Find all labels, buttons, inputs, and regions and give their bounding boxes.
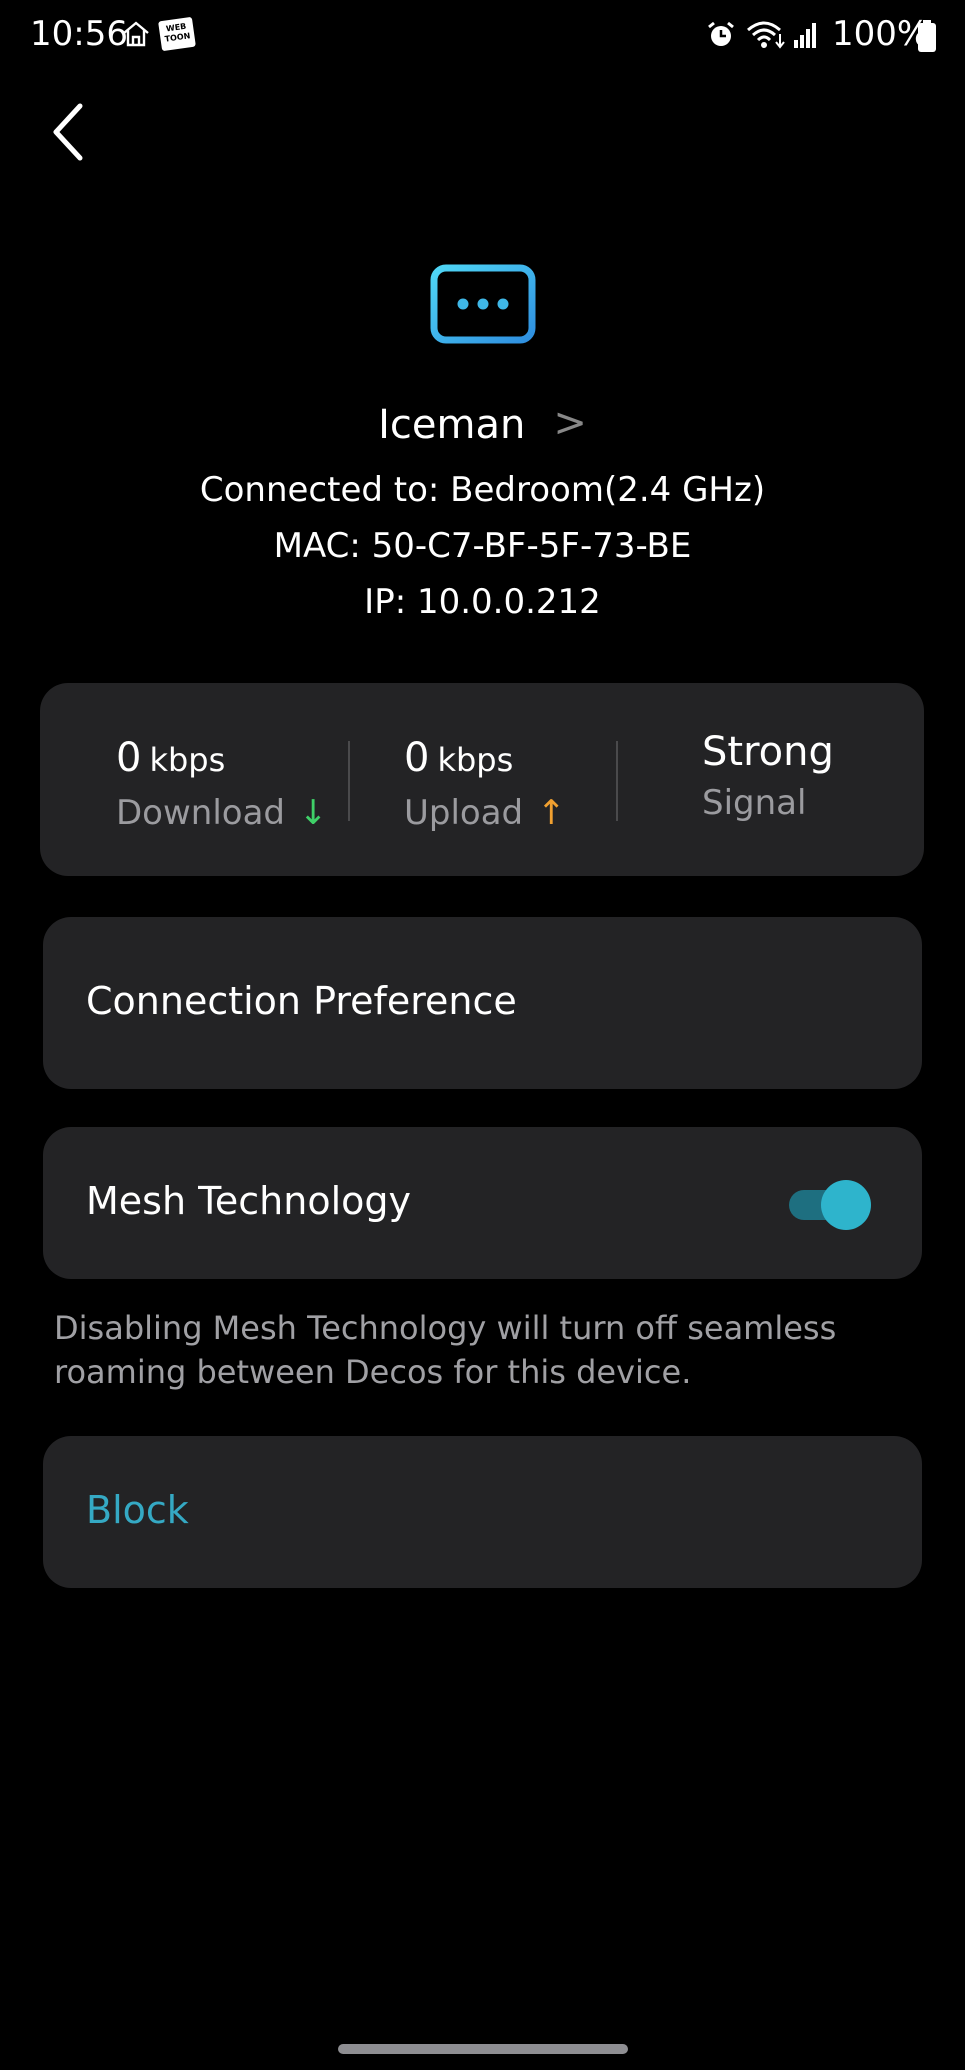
status-bar: 10:56 WEB TOON 100% xyxy=(0,0,965,72)
mesh-technology-toggle[interactable] xyxy=(789,1180,871,1230)
divider xyxy=(348,741,350,821)
mac-address-text: MAC: 50-C7-BF-5F-73-BE xyxy=(273,526,692,566)
back-arrow-icon[interactable] xyxy=(40,100,100,164)
battery-percentage: 100% xyxy=(832,14,930,54)
download-value: 0 xyxy=(116,735,142,781)
download-unit: kbps xyxy=(149,741,226,779)
arrow-up-icon: ↑ xyxy=(537,793,566,833)
block-row[interactable]: Block xyxy=(43,1436,922,1588)
signal-label: Signal xyxy=(702,783,807,823)
connected-to-text: Connected to: Bedroom(2.4 GHz) xyxy=(199,470,766,510)
block-label: Block xyxy=(86,1488,189,1532)
upload-value: 0 xyxy=(404,735,430,781)
chevron-right-icon: > xyxy=(553,400,587,446)
webtoon-icon: WEB TOON xyxy=(158,16,196,52)
device-name: Iceman xyxy=(378,402,526,448)
wifi-icon xyxy=(747,21,785,49)
upload-label: Upload xyxy=(404,793,524,833)
mesh-technology-label: Mesh Technology xyxy=(86,1179,411,1223)
device-more-icon xyxy=(430,264,536,344)
mesh-technology-note: Disabling Mesh Technology will turn off … xyxy=(54,1309,837,1391)
ip-address-text: IP: 10.0.0.212 xyxy=(364,582,601,622)
cellular-signal-icon xyxy=(794,23,816,48)
alarm-icon xyxy=(708,21,734,46)
signal-value: Strong xyxy=(702,729,834,775)
connection-preference-row[interactable]: Connection Preference xyxy=(43,917,922,1089)
home-icon xyxy=(123,21,149,47)
home-indicator[interactable] xyxy=(338,2044,628,2054)
divider xyxy=(616,741,618,821)
battery-icon xyxy=(918,20,936,52)
mesh-technology-row: Mesh Technology xyxy=(43,1127,922,1279)
arrow-down-icon: ↓ xyxy=(299,793,328,833)
download-label: Download xyxy=(116,793,286,833)
stats-card: 0 kbps Download ↓ 0 kbps Upload ↑ Strong Sig… xyxy=(40,683,924,876)
device-name-row[interactable]: Iceman > xyxy=(0,400,965,448)
status-time: 10:56 xyxy=(30,14,128,54)
upload-unit: kbps xyxy=(437,741,514,779)
connection-preference-label: Connection Preference xyxy=(86,979,517,1023)
